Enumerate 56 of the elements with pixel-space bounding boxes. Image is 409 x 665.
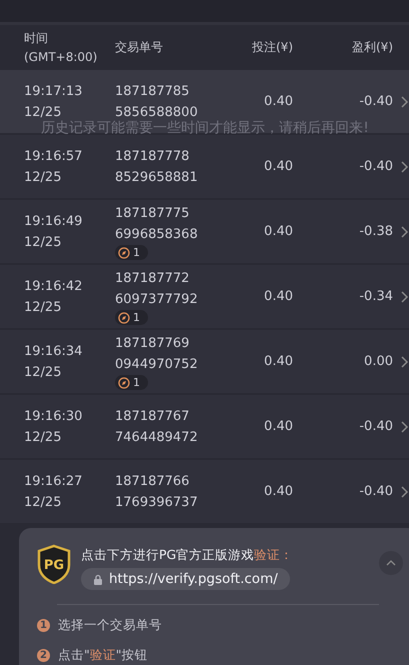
transaction-id: 187187785 5856588800 (115, 82, 198, 120)
bet-amount: 0.40 (263, 289, 293, 304)
chevron-icon[interactable] (401, 486, 409, 498)
transaction-id: 187187767 7464489472 (115, 408, 198, 446)
column-header: 盈利(¥) (351, 39, 393, 56)
time-cell-text: 19:16:34 12/25 (24, 342, 84, 382)
compass-icon (118, 246, 130, 258)
profit-amount: 0.00 (363, 354, 393, 369)
time-cell-text: 19:16:27 12/25 (24, 472, 84, 512)
bet-amount: 0.40 (263, 419, 293, 434)
feature-badge: 1 (115, 310, 148, 325)
chevron-icon[interactable] (401, 420, 409, 432)
bet-amount: 0.40 (263, 94, 293, 109)
notice-text: 历史记录可能需要一些时间才能显示，请稍后再回来! (40, 119, 370, 138)
transaction-id: 187187775 6996858368 (115, 205, 198, 244)
profit-amount: -0.40 (358, 159, 393, 174)
bet-amount: 0.40 (263, 484, 293, 499)
step-number: 2 (37, 648, 50, 662)
column-header: 投注(¥) (251, 39, 293, 56)
chevron-icon[interactable] (401, 290, 409, 302)
step-number: 1 (37, 618, 50, 632)
time-cell-text: 19:16:42 12/25 (24, 278, 84, 316)
chevron-icon[interactable] (401, 160, 409, 172)
time-cell-text: 19:17:13 12/25 (24, 82, 84, 120)
profit-amount: -0.38 (358, 224, 393, 239)
compass-icon (118, 376, 130, 388)
step-text: 选择一个交易单号 (58, 616, 162, 634)
verify-title: 点击下方进行PG官方正版游戏验证： (81, 547, 294, 562)
transaction-id: 187187778 8529658881 (115, 148, 198, 186)
feature-badge: 1 (115, 375, 148, 390)
feature-badge: 1 (115, 245, 148, 260)
time-cell-text: 19:16:57 12/25 (24, 148, 84, 186)
transaction-id: 187187766 1769396737 (115, 472, 198, 512)
url-link[interactable]: https://verify.pgsoft.com/ (81, 568, 290, 590)
bet-amount: 0.40 (263, 224, 293, 239)
transaction-id: 187187769 0944970752 (115, 335, 198, 374)
column-header: 时间 (GMT+8:00) (24, 30, 98, 66)
time-cell-text: 19:16:49 12/25 (24, 212, 84, 252)
column-header: 交易单号 (115, 39, 164, 56)
chevron-icon[interactable] (401, 96, 409, 108)
shield-logo: PG (37, 544, 71, 584)
bet-amount: 0.40 (263, 159, 293, 174)
step-text: 点击"验证"按钮 (58, 646, 148, 664)
lock-icon (93, 574, 103, 584)
profit-amount: -0.40 (358, 94, 393, 109)
profit-amount: -0.40 (358, 484, 393, 499)
caret-icon (386, 560, 396, 566)
profit-amount: -0.40 (358, 419, 393, 434)
transaction-id: 187187772 6097377792 (115, 270, 198, 309)
time-cell-text: 19:16:30 12/25 (24, 408, 84, 446)
profit-amount: -0.34 (358, 289, 393, 304)
bet-amount: 0.40 (263, 354, 293, 369)
collapse-button[interactable] (379, 551, 403, 575)
chevron-icon[interactable] (401, 226, 409, 238)
chevron-icon[interactable] (401, 356, 409, 368)
compass-icon (118, 312, 130, 324)
